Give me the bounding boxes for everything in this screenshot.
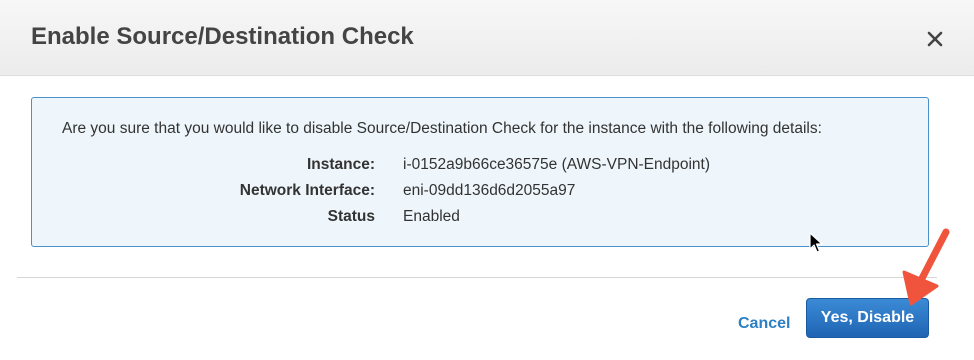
status-value: Enabled xyxy=(403,208,460,225)
arrow-pointer-icon xyxy=(809,232,823,253)
confirmation-question: Are you sure that you would like to disa… xyxy=(62,120,822,137)
close-button[interactable] xyxy=(920,24,950,54)
network-interface-label: Network Interface: xyxy=(239,182,375,199)
instance-value: i-0152a9b66ce36575e (AWS-VPN-Endpoint) xyxy=(403,156,711,173)
detail-row-instance: Instance: i-0152a9b66ce36575e (AWS-VPN-E… xyxy=(32,156,930,178)
detail-row-network-interface: Network Interface: eni-09dd136d6d2055a97 xyxy=(32,182,930,204)
enable-source-destination-check-dialog: Enable Source/Destination Check Are you … xyxy=(0,0,974,360)
yes-disable-button[interactable]: Yes, Disable xyxy=(806,298,929,338)
footer-separator xyxy=(17,277,937,278)
dialog-title: Enable Source/Destination Check xyxy=(31,23,414,50)
close-icon xyxy=(927,31,943,47)
dialog-header: Enable Source/Destination Check xyxy=(0,0,974,76)
confirmation-info-box: Are you sure that you would like to disa… xyxy=(31,97,929,247)
cancel-button[interactable]: Cancel xyxy=(738,315,790,333)
instance-label: Instance: xyxy=(306,156,375,173)
network-interface-value: eni-09dd136d6d2055a97 xyxy=(403,182,576,199)
detail-row-status: Status Enabled xyxy=(32,208,930,230)
status-label: Status xyxy=(327,208,375,225)
